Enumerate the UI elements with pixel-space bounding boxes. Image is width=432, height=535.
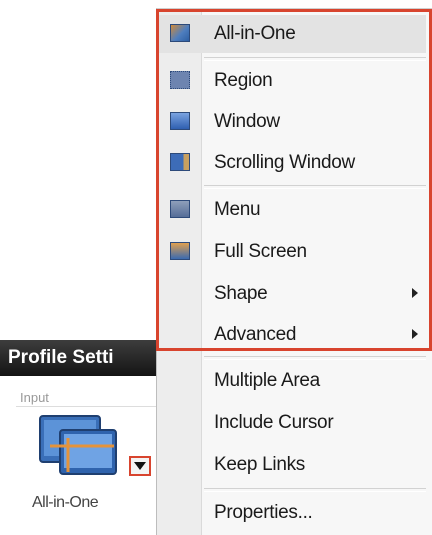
window-icon [170, 112, 190, 130]
menu-separator [204, 488, 426, 492]
menu-item-include-cursor[interactable]: Include Cursor [156, 404, 426, 442]
menu-item-label: Scrolling Window [214, 152, 355, 173]
menu-separator [204, 185, 426, 189]
menu-item-full-screen[interactable]: Full Screen [156, 233, 426, 271]
scrolling-window-icon [170, 153, 190, 171]
menu-item-multiple-area[interactable]: Multiple Area [156, 362, 426, 400]
menu-item-label: Full Screen [214, 241, 307, 262]
menu-item-region[interactable]: Region [156, 62, 426, 100]
menu-item-label: Menu [214, 199, 261, 220]
input-dropdown-button[interactable] [129, 456, 151, 476]
menu-item-advanced[interactable]: Advanced [156, 316, 426, 354]
menu-separator [204, 356, 426, 360]
region-icon [170, 71, 190, 89]
menu-item-label: All-in-One [214, 23, 296, 44]
menu-item-label: Multiple Area [214, 370, 320, 391]
input-section-label: Input [20, 390, 49, 405]
all-in-one-icon [170, 24, 190, 42]
menu-item-label: Shape [214, 283, 268, 304]
menu-item-label: Advanced [214, 324, 297, 345]
menu-item-label: Region [214, 70, 273, 91]
menu-item-label: Keep Links [214, 454, 306, 475]
input-type-label: All-in-One [32, 494, 99, 511]
menu-item-label: Include Cursor [214, 412, 334, 433]
section-divider [16, 406, 161, 407]
menu-item-all-in-one[interactable]: All-in-One [156, 15, 426, 53]
profile-settings-header: Profile Setti [0, 340, 165, 376]
menu-item-keep-links[interactable]: Keep Links [156, 446, 426, 484]
all-in-one-capture-icon[interactable] [36, 412, 120, 482]
menu-item-label: Properties... [214, 502, 313, 523]
full-screen-icon [170, 242, 190, 260]
menu-item-menu[interactable]: Menu [156, 191, 426, 229]
menu-item-scrolling-window[interactable]: Scrolling Window [156, 144, 426, 182]
menu-item-window[interactable]: Window [156, 103, 426, 141]
menu-item-label: Window [214, 111, 280, 132]
menu-item-shape[interactable]: Shape [156, 275, 426, 313]
submenu-arrow-icon [412, 329, 418, 339]
menu-icon [170, 200, 190, 218]
menu-item-properties[interactable]: Properties... [156, 494, 426, 532]
menu-separator [204, 57, 426, 61]
dropdown-arrow-icon [134, 462, 146, 470]
submenu-arrow-icon [412, 288, 418, 298]
